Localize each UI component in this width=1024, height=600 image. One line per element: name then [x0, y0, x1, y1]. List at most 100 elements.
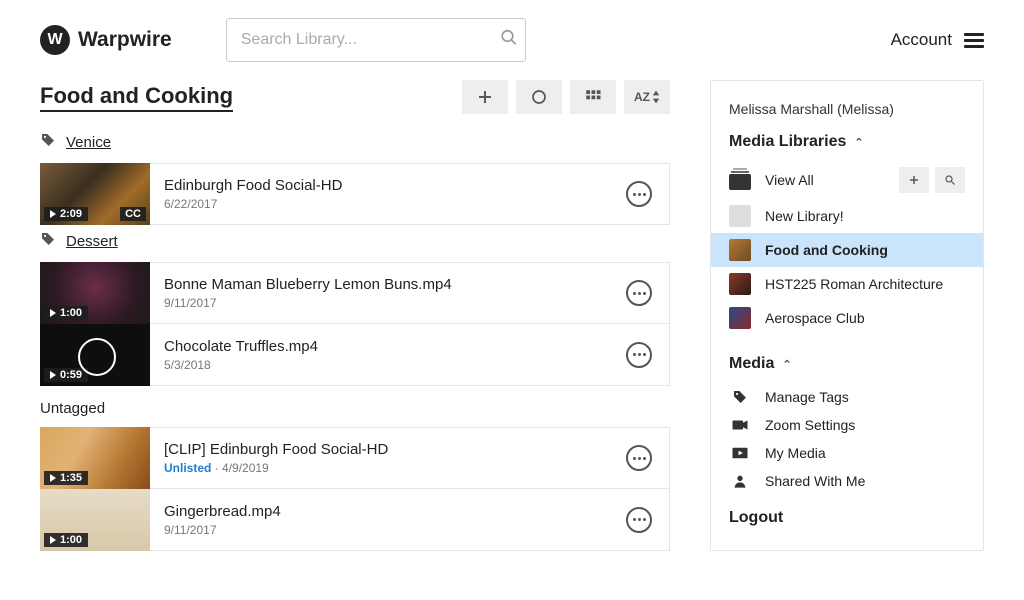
- search-wrap: [226, 18, 526, 62]
- library-name: New Library!: [765, 208, 844, 224]
- media-libraries-header[interactable]: Media Libraries ⌃: [711, 133, 983, 161]
- more-icon: [626, 181, 652, 207]
- chevron-up-icon: ⌃: [854, 136, 863, 149]
- item-date: 5/3/2018: [164, 358, 211, 372]
- header-right: Account: [891, 30, 984, 50]
- library-title[interactable]: Food and Cooking: [40, 83, 233, 112]
- media-section-header[interactable]: Media ⌃: [711, 355, 983, 383]
- library-thumb: [729, 205, 751, 227]
- sidebar-library-item[interactable]: Food and Cooking: [711, 233, 983, 267]
- grid-view-button[interactable]: [570, 80, 616, 114]
- sidebar-media-item[interactable]: Zoom Settings: [711, 411, 983, 439]
- more-button[interactable]: [609, 280, 669, 306]
- thumbnail[interactable]: 1:35: [40, 427, 150, 489]
- more-icon: [626, 445, 652, 471]
- item-meta: 9/11/2017: [164, 523, 609, 537]
- sidebar-user: Melissa Marshall (Melissa): [711, 101, 983, 133]
- media-item[interactable]: 2:09CCEdinburgh Food Social-HD6/22/2017: [40, 163, 670, 225]
- item-body: Gingerbread.mp4 9/11/2017: [150, 503, 609, 537]
- sidebar: Melissa Marshall (Melissa) Media Librari…: [710, 80, 984, 551]
- search-input[interactable]: [226, 18, 526, 62]
- sidebar-library-item[interactable]: New Library!: [711, 199, 983, 233]
- chevron-up-icon: ⌃: [782, 358, 791, 371]
- sidebar-media-item[interactable]: Shared With Me: [711, 467, 983, 495]
- media-item-label: Manage Tags: [765, 389, 849, 405]
- thumbnail[interactable]: 0:59: [40, 324, 150, 386]
- item-body: Chocolate Truffles.mp45/3/2018: [150, 338, 609, 372]
- more-button[interactable]: [609, 507, 669, 533]
- sidebar-media-item[interactable]: My Media: [711, 439, 983, 467]
- item-date: 6/22/2017: [164, 197, 217, 211]
- media-item[interactable]: 0:59 Chocolate Truffles.mp45/3/2018: [40, 324, 670, 386]
- add-library-button[interactable]: [899, 167, 929, 193]
- more-icon: [626, 342, 652, 368]
- media-item[interactable]: 1:35 [CLIP] Edinburgh Food Social-HD Unlis…: [40, 427, 670, 489]
- item-body: Bonne Maman Blueberry Lemon Buns.mp4 9/11…: [150, 276, 609, 310]
- library-name: HST225 Roman Architecture: [765, 276, 943, 292]
- stack-icon: [729, 174, 751, 190]
- search-library-button[interactable]: [935, 167, 965, 193]
- sidebar-media-item[interactable]: Manage Tags: [711, 383, 983, 411]
- more-button[interactable]: [609, 342, 669, 368]
- sort-button[interactable]: AZ: [624, 80, 670, 114]
- main-panel: Food and Cooking AZ Veni: [40, 80, 670, 551]
- item-meta: 5/3/2018: [164, 358, 609, 372]
- library-name: Food and Cooking: [765, 242, 888, 258]
- media-item-label: My Media: [765, 445, 826, 461]
- record-button[interactable]: [516, 80, 562, 114]
- media-item[interactable]: 1:00 Bonne Maman Blueberry Lemon Buns.mp4…: [40, 262, 670, 324]
- tag-icon: [40, 231, 56, 252]
- cc-badge: CC: [120, 207, 146, 221]
- media-item-label: Zoom Settings: [765, 417, 855, 433]
- sidebar-library-item[interactable]: Aerospace Club: [711, 301, 983, 335]
- item-title: Bonne Maman Blueberry Lemon Buns.mp4: [164, 276, 609, 293]
- item-date: 9/11/2017: [164, 296, 217, 310]
- duration-badge: 1:35: [44, 471, 88, 485]
- library-thumb: [729, 307, 751, 329]
- library-thumb: [729, 239, 751, 261]
- media-item[interactable]: 1:00 Gingerbread.mp4 9/11/2017: [40, 489, 670, 551]
- tag-row: Venice: [40, 132, 670, 153]
- tag-plain: Untagged: [40, 400, 670, 417]
- duration-badge: 1:00: [44, 533, 88, 547]
- more-icon: [626, 280, 652, 306]
- item-title: [CLIP] Edinburgh Food Social-HD: [164, 441, 609, 458]
- sidebar-item-view-all[interactable]: View All: [711, 161, 983, 199]
- app-header: W Warpwire Account: [0, 0, 1024, 80]
- tag-row: Dessert: [40, 231, 670, 252]
- duration-badge: 0:59: [44, 368, 88, 382]
- add-button[interactable]: [462, 80, 508, 114]
- sidebar-library-item[interactable]: HST225 Roman Architecture: [711, 267, 983, 301]
- item-title: Gingerbread.mp4: [164, 503, 609, 520]
- thumbnail[interactable]: 1:00: [40, 489, 150, 551]
- thumbnail[interactable]: 1:00: [40, 262, 150, 324]
- person-icon: [729, 473, 751, 489]
- brand-logo[interactable]: W Warpwire: [40, 25, 172, 55]
- camera-icon: [729, 418, 751, 432]
- item-date: 9/11/2017: [164, 523, 217, 537]
- tag-link[interactable]: Venice: [66, 134, 111, 151]
- play-icon: [50, 474, 56, 482]
- thumbnail[interactable]: 2:09 CC: [40, 163, 150, 225]
- unlisted-badge: Unlisted: [164, 461, 211, 475]
- logout-link[interactable]: Logout: [711, 495, 983, 527]
- play-icon: [729, 446, 751, 460]
- play-icon: [50, 210, 56, 218]
- item-body: [CLIP] Edinburgh Food Social-HD Unlisted …: [150, 441, 609, 475]
- brand-name: Warpwire: [78, 28, 172, 52]
- tag-link[interactable]: Dessert: [66, 233, 118, 250]
- toolbar: AZ: [462, 80, 670, 114]
- item-meta: Unlisted · 4/9/2019: [164, 461, 609, 475]
- library-thumb: [729, 273, 751, 295]
- duration-badge: 2:09: [44, 207, 88, 221]
- account-link[interactable]: Account: [891, 30, 952, 50]
- play-icon: [50, 371, 56, 379]
- search-icon[interactable]: [500, 29, 518, 52]
- more-button[interactable]: [609, 445, 669, 471]
- duration-badge: 1:00: [44, 306, 88, 320]
- brand-mark: W: [40, 25, 70, 55]
- more-button[interactable]: [609, 181, 669, 207]
- item-meta: 9/11/2017: [164, 296, 609, 310]
- menu-icon[interactable]: [964, 33, 984, 48]
- play-icon: [50, 309, 56, 317]
